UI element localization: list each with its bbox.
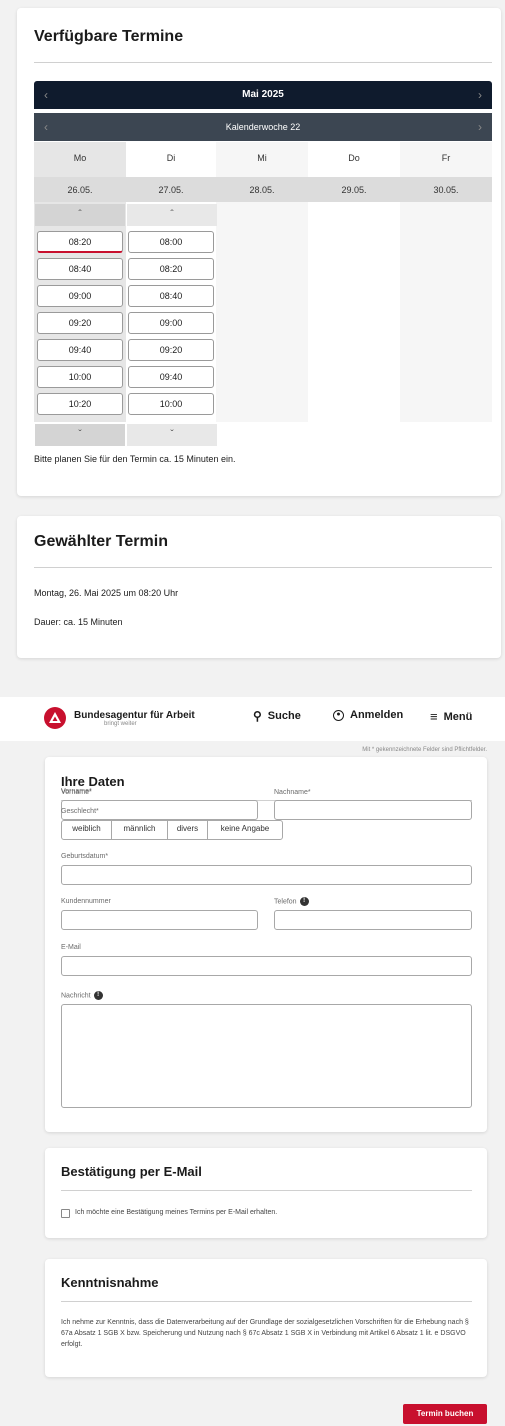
- date-do: 29.05.: [341, 185, 367, 195]
- slot-mo-0940[interactable]: 09:40: [37, 339, 123, 361]
- brand-tagline: bringt weiter: [104, 720, 137, 727]
- ba-logo-icon: [44, 707, 66, 729]
- personal-data-title: Ihre Daten: [61, 774, 125, 789]
- brand-name: Bundesagentur für Arbeit: [74, 709, 195, 721]
- login-label: Anmelden: [350, 709, 404, 721]
- email-field[interactable]: [61, 956, 472, 976]
- chevron-up-icon: ˆ: [170, 209, 174, 220]
- duration-note: Bitte planen Sie für den Termin ca. 15 M…: [34, 454, 236, 464]
- gender-female-button[interactable]: weiblich: [62, 820, 112, 840]
- chosen-appointment-title: Gewählter Termin: [34, 533, 168, 550]
- chosen-duration: Dauer: ca. 15 Minuten: [34, 617, 123, 627]
- message-label-text: Nachricht: [61, 992, 91, 1000]
- gender-none-button[interactable]: keine Angabe: [208, 820, 282, 840]
- divider: [34, 567, 492, 568]
- confirm-checkbox[interactable]: [61, 1209, 70, 1218]
- scroll-up-di-button[interactable]: ˆ: [127, 204, 217, 226]
- email-label: E-Mail: [61, 944, 81, 951]
- divider: [34, 62, 492, 63]
- phone-label-text: Telefon: [274, 898, 297, 906]
- next-month-icon[interactable]: ›: [478, 81, 482, 109]
- info-icon[interactable]: !: [299, 897, 309, 906]
- week-bar: ‹ Kalenderwoche 22 ›: [34, 113, 492, 141]
- slot-di-1000[interactable]: 10:00: [128, 393, 214, 415]
- day-name-mo: Mo: [73, 153, 87, 163]
- info-icon[interactable]: !: [93, 991, 103, 1000]
- logo[interactable]: Bundesagentur für Arbeit bringt weiter: [44, 707, 195, 729]
- chevron-down-icon: ˇ: [78, 429, 82, 440]
- chosen-datetime: Montag, 26. Mai 2025 um 08:20 Uhr: [34, 588, 179, 598]
- gender-male-button[interactable]: männlich: [112, 820, 168, 840]
- prev-month-icon[interactable]: ‹: [44, 81, 48, 109]
- gender-label: Geschlecht*: [61, 808, 99, 815]
- birthdate-field[interactable]: [61, 865, 472, 885]
- gender-diverse-button[interactable]: divers: [168, 820, 208, 840]
- search-link[interactable]: ⚲ Suche: [253, 709, 301, 723]
- divider: [61, 1190, 472, 1191]
- slot-mo-1020[interactable]: 10:20: [37, 393, 123, 415]
- confirm-checkbox-label[interactable]: Ich möchte eine Bestätigung meines Termi…: [75, 1209, 277, 1216]
- day-name-mi: Mi: [257, 153, 267, 163]
- slot-mo-0820[interactable]: 08:20: [37, 231, 123, 253]
- month-bar: ‹ Mai 2025 ›: [34, 81, 492, 109]
- day-name-di: Di: [166, 153, 176, 163]
- search-label: Suche: [267, 710, 301, 722]
- email-confirmation-title: Bestätigung per E-Mail: [61, 1164, 202, 1179]
- search-icon: ⚲: [253, 709, 262, 723]
- message-textarea[interactable]: [61, 1004, 472, 1108]
- site-header: Bundesagentur für Arbeit bringt weiter ⚲…: [0, 697, 505, 741]
- slot-mo-0920[interactable]: 09:20: [37, 312, 123, 334]
- slot-di-0940[interactable]: 09:40: [128, 366, 214, 388]
- slot-di-0840[interactable]: 08:40: [128, 285, 214, 307]
- phone-field[interactable]: [274, 910, 472, 930]
- login-link[interactable]: ● Anmelden: [333, 709, 403, 721]
- user-icon: ●: [333, 709, 344, 721]
- message-label: Nachricht!: [61, 991, 103, 1000]
- scroll-down-mo-button[interactable]: ˇ: [35, 424, 125, 446]
- book-appointment-button[interactable]: Termin buchen: [403, 1404, 487, 1424]
- phone-label: Telefon!: [274, 897, 309, 906]
- scroll-down-di-button[interactable]: ˇ: [127, 424, 217, 446]
- day-name-do: Do: [348, 153, 360, 163]
- customer-number-field[interactable]: [61, 910, 258, 930]
- required-hint: Mit * gekennzeichnete Felder sind Pflich…: [362, 747, 487, 753]
- lastname-field[interactable]: [274, 800, 472, 820]
- email-confirmation-card: [45, 1148, 487, 1238]
- month-label: Mai 2025: [242, 89, 284, 100]
- slot-mo-1000[interactable]: 10:00: [37, 366, 123, 388]
- acknowledgement-title: Kenntnisnahme: [61, 1275, 159, 1290]
- prev-week-icon[interactable]: ‹: [44, 113, 48, 141]
- slot-di-0900[interactable]: 09:00: [128, 312, 214, 334]
- slot-mo-0900[interactable]: 09:00: [37, 285, 123, 307]
- slot-di-0820[interactable]: 08:20: [128, 258, 214, 280]
- chevron-down-icon: ˇ: [170, 429, 174, 440]
- birthdate-label: Geburtsdatum*: [61, 853, 109, 860]
- lastname-field-label: Nachname*: [274, 789, 311, 796]
- date-fr: 30.05.: [433, 185, 459, 195]
- hamburger-icon: ≡: [430, 709, 438, 724]
- acknowledgement-text: Ich nehme zur Kenntnis, dass die Datenve…: [61, 1319, 469, 1348]
- slot-mo-0840[interactable]: 08:40: [37, 258, 123, 280]
- slot-di-0800[interactable]: 08:00: [128, 231, 214, 253]
- customer-number-label: Kundennummer: [61, 898, 111, 905]
- date-mi: 28.05.: [249, 185, 275, 195]
- menu-label: Menü: [443, 710, 473, 723]
- firstname-field-label: Vorname*: [61, 789, 92, 796]
- menu-button[interactable]: ≡ Menü: [430, 709, 472, 724]
- scroll-up-mo-button[interactable]: ˆ: [35, 204, 125, 226]
- date-di: 27.05.: [158, 185, 184, 195]
- date-mo: 26.05.: [67, 185, 93, 195]
- next-week-icon[interactable]: ›: [478, 113, 482, 141]
- chevron-up-icon: ˆ: [78, 209, 82, 220]
- slot-di-0920[interactable]: 09:20: [128, 339, 214, 361]
- day-name-fr: Fr: [441, 153, 451, 163]
- available-appointments-title: Verfügbare Termine: [34, 28, 184, 45]
- week-label: Kalenderwoche 22: [225, 122, 301, 132]
- divider: [61, 1301, 472, 1302]
